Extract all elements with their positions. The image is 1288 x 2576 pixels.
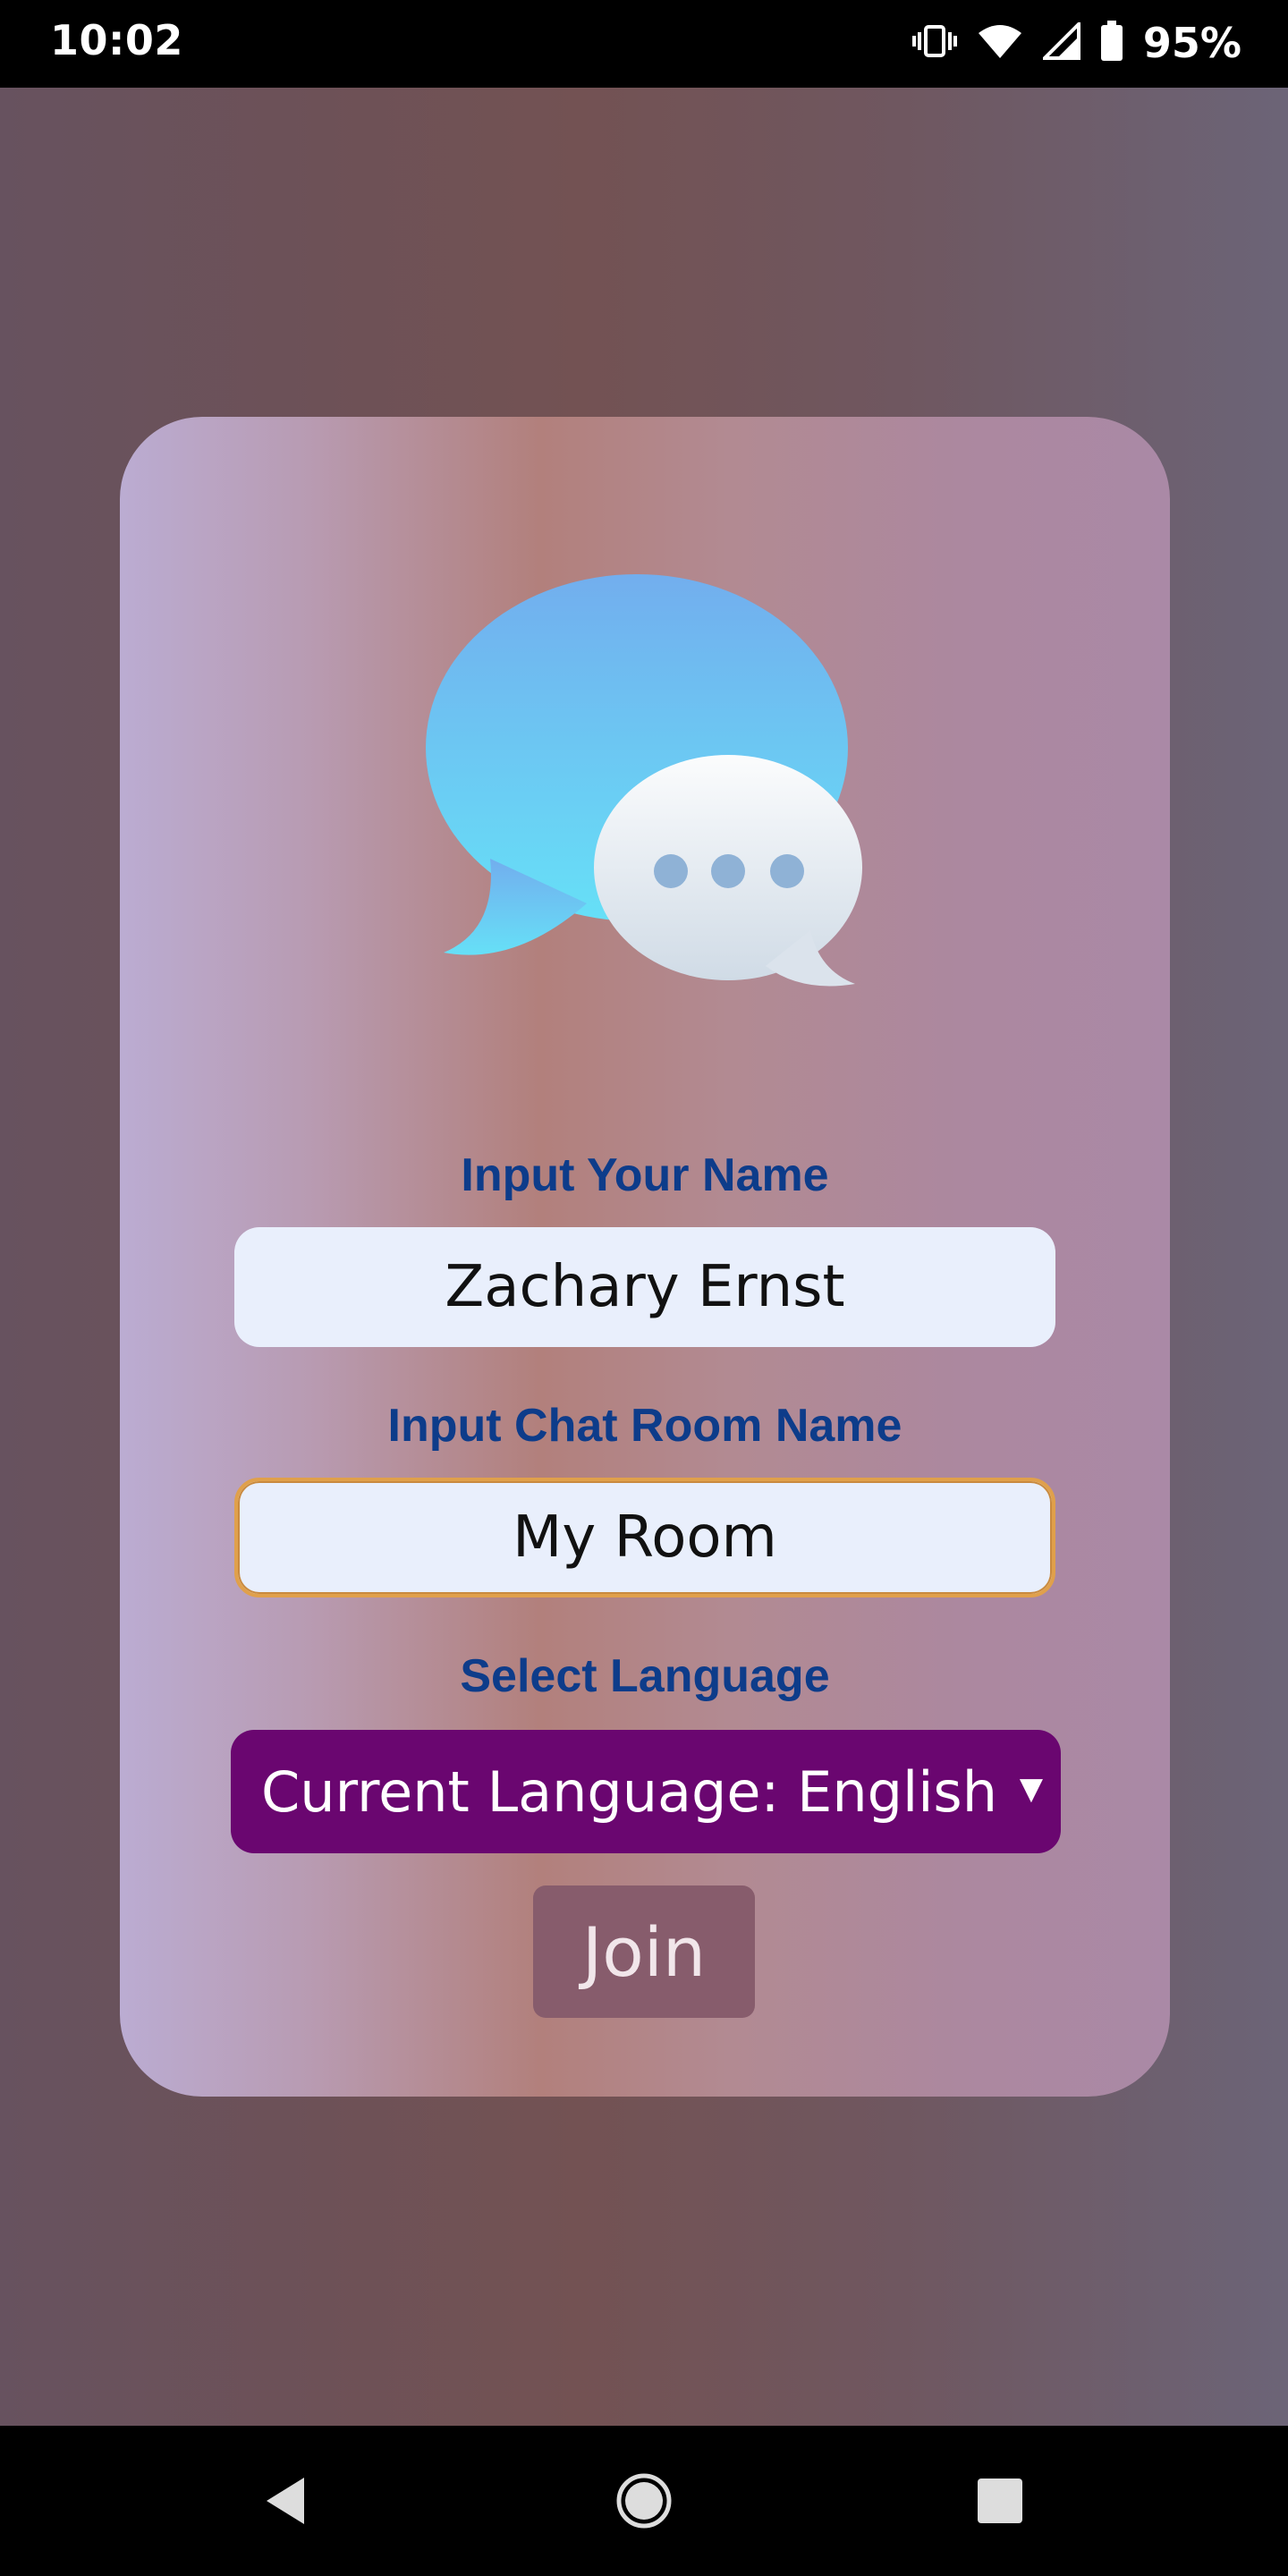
- language-select[interactable]: Current Language: English ▼: [231, 1730, 1061, 1853]
- language-label: Select Language: [460, 1650, 830, 1702]
- battery-icon: [1100, 21, 1123, 65]
- name-label: Input Your Name: [461, 1149, 829, 1201]
- join-button[interactable]: Join: [533, 1885, 755, 2018]
- dropdown-arrow-icon: ▼: [1019, 1771, 1043, 1807]
- vibrate-icon: [911, 23, 957, 63]
- recent-apps-icon[interactable]: [937, 2426, 1063, 2576]
- status-bar: 10:02 95%: [0, 0, 1288, 88]
- back-icon[interactable]: [224, 2426, 349, 2576]
- status-icons: 95%: [911, 18, 1241, 68]
- wifi-icon: [977, 22, 1023, 64]
- room-input[interactable]: My Room: [234, 1478, 1055, 1597]
- chat-bubbles-icon: [417, 572, 873, 1011]
- navigation-bar: [0, 2426, 1288, 2576]
- status-time: 10:02: [50, 16, 183, 64]
- home-icon[interactable]: [581, 2426, 707, 2576]
- signal-icon: [1040, 20, 1080, 64]
- language-select-value: Current Language: English: [261, 1758, 998, 1825]
- battery-percent: 95%: [1142, 19, 1241, 67]
- name-input[interactable]: Zachary Ernst: [234, 1227, 1055, 1347]
- room-label: Input Chat Room Name: [387, 1400, 902, 1452]
